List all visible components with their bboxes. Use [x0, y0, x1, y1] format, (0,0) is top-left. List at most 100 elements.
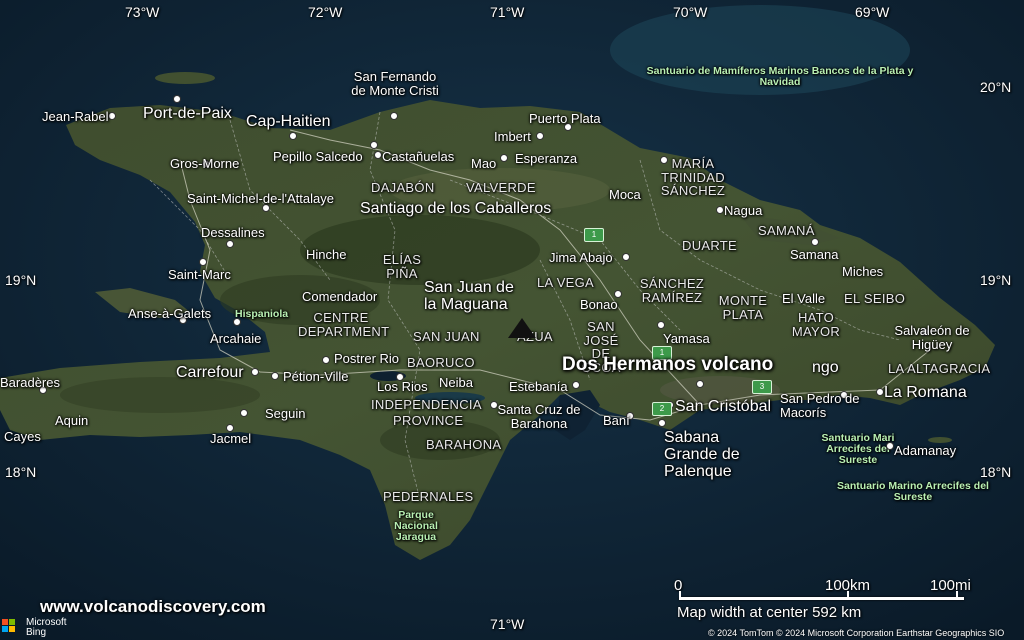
city-dot [226, 240, 234, 248]
city-label: Baradères [0, 375, 60, 390]
latitude-label: 18°N [5, 464, 37, 480]
city-label: Bonao [580, 297, 618, 312]
city-label: Aquin [55, 413, 89, 428]
park-label: Santuario de Mamíferos Marinos Bancos de… [646, 65, 914, 89]
city-label: Saint-Marc [168, 267, 231, 282]
island-label: Hispaniola [235, 308, 289, 320]
city-label: Cayes [4, 429, 41, 444]
region-label: CENTRE DEPARTMENT [298, 310, 390, 339]
city-label: Gros-Morne [170, 156, 240, 171]
city-dot [657, 321, 665, 329]
city-label: El Valle [782, 291, 826, 306]
scale-line [679, 597, 964, 600]
city-dot [240, 409, 248, 417]
region-label: BAORUCO [407, 355, 475, 370]
volcano-marker-icon[interactable] [508, 318, 536, 338]
scale-tick [956, 591, 958, 600]
city-label: La Romana [884, 384, 967, 401]
city-label: San Cristóbal [675, 398, 772, 415]
longitude-label: 71°W [490, 4, 525, 20]
city-label: Yamasa [663, 331, 710, 346]
longitude-label: 71°W [490, 616, 525, 632]
provider-name: Microsoft Bing [26, 617, 67, 638]
city-label: Estebanía [509, 379, 568, 394]
city-dot [108, 112, 116, 120]
city-label: San Fernando de Monte Cristi [351, 69, 439, 98]
region-label: SÁNCHEZ RAMÍREZ [639, 276, 705, 305]
city-label: Comendador [302, 289, 378, 304]
city-label: ngo [812, 359, 839, 376]
city-label: Seguin [265, 406, 306, 421]
highway-shield: 3 [752, 380, 772, 394]
longitude-label: 70°W [673, 4, 708, 20]
city-label: Moca [609, 187, 641, 202]
site-watermark: www.volcanodiscovery.com [40, 597, 266, 616]
region-label: PROVINCE [393, 413, 464, 428]
city-label: Esperanza [515, 151, 578, 166]
city-label: Dessalines [201, 225, 265, 240]
city-label: Castañuelas [382, 149, 455, 164]
city-label: Sabana Grande de Palenque [664, 429, 740, 480]
map-view[interactable]: 73°W 72°W 71°W 70°W 69°W 71°W 20°N 19°N … [0, 0, 1024, 640]
latitude-label: 19°N [980, 272, 1012, 288]
city-label: Jean-Rabel [42, 109, 109, 124]
city-dot [811, 238, 819, 246]
volcano-title[interactable]: Dos Hermanos volcano [562, 354, 773, 376]
city-label: San Juan de la Maguana [424, 279, 514, 313]
city-label: Baní [603, 413, 630, 428]
latitude-label: 19°N [5, 272, 37, 288]
city-dot [886, 442, 894, 450]
region-label: SAN JUAN [413, 329, 480, 344]
city-dot [233, 318, 241, 326]
region-label: MONTE PLATA [718, 293, 768, 322]
region-label: EL SEIBO [844, 291, 906, 306]
region-label: DUARTE [682, 238, 738, 253]
city-dot [374, 151, 382, 159]
city-dot [370, 141, 378, 149]
region-label: INDEPENDENCIA [371, 397, 482, 412]
city-label: Jacmel [210, 431, 252, 446]
city-label: Postrer Rio [334, 351, 400, 366]
park-label: Santuario Marino Arrecifes del Sureste [837, 480, 989, 504]
highway-shield: 2 [652, 402, 672, 416]
city-dot [322, 356, 330, 364]
city-label: Jima Abajo [549, 250, 613, 265]
region-label: VALVERDE [466, 180, 536, 195]
city-dot [390, 112, 398, 120]
latitude-label: 20°N [980, 79, 1012, 95]
city-label: Mao [471, 156, 497, 171]
scale-mi: 100mi [930, 577, 971, 594]
city-label: Cap-Haitien [246, 113, 331, 130]
city-label: Saint-Michel-de-l'Attalaye [187, 191, 334, 206]
city-dot [173, 95, 181, 103]
city-label: Miches [842, 264, 884, 279]
city-label: Imbert [494, 129, 531, 144]
region-label: DAJABÓN [371, 180, 435, 195]
city-label: San Pedro de Macorís [780, 391, 860, 420]
scale-tick [679, 591, 681, 600]
highway-shield: 1 [584, 228, 604, 242]
city-dot [716, 206, 724, 214]
city-dot [572, 381, 580, 389]
city-label: Neiba [439, 375, 473, 390]
city-label: Salvaleón de Higüey [894, 323, 970, 352]
city-dot [500, 154, 508, 162]
city-label: Pepillo Salcedo [273, 149, 363, 164]
region-label: LA VEGA [537, 275, 595, 290]
city-label: Hinche [306, 247, 347, 262]
region-label: HATO MAYOR [791, 310, 841, 339]
city-dot [660, 156, 668, 164]
region-label: ELÍAS PIÑA [382, 252, 422, 281]
map-width-note: Map width at center 592 km [677, 604, 862, 621]
city-label: Santa Cruz de Barahona [497, 402, 581, 431]
city-label: Carrefour [176, 364, 244, 381]
city-label: Santiago de los Caballeros [360, 200, 552, 217]
city-label: Pétion-Ville [283, 369, 349, 384]
region-label: PEDERNALES [383, 489, 474, 504]
longitude-label: 69°W [855, 4, 890, 20]
region-label: SAMANÁ [758, 223, 815, 238]
city-dot [199, 258, 207, 266]
copyright-text: © 2024 TomTom © 2024 Microsoft Corporati… [708, 628, 1005, 638]
city-dot [696, 380, 704, 388]
city-dot [876, 388, 884, 396]
